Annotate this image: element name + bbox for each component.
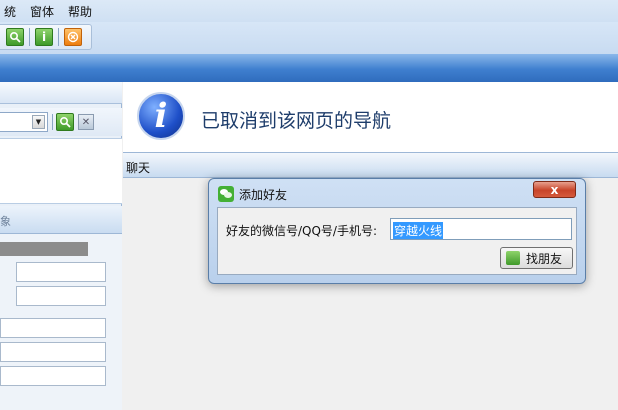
form-field[interactable] [0, 366, 106, 386]
friend-id-value: 穿越火线 [393, 222, 444, 239]
left-search-bar: ▼ ✕ [0, 108, 122, 136]
left-panel-header [0, 82, 122, 104]
title-band [0, 54, 618, 82]
form-field[interactable] [0, 318, 106, 338]
dialog-title: 添加好友 [239, 188, 288, 202]
chat-label: 聊天 [126, 161, 151, 175]
toolbar-separator [29, 28, 30, 46]
menu-item-window[interactable]: 窗体 [30, 3, 54, 20]
menu-item-system[interactable]: 统 [4, 3, 16, 20]
navigation-error-banner: i 已取消到该网页的导航 [123, 82, 618, 152]
form-header-bar [0, 242, 88, 256]
left-tab-label[interactable]: 象 [0, 213, 11, 229]
find-friend-icon [506, 251, 520, 265]
navigation-message: 已取消到该网页的导航 [201, 110, 392, 132]
close-button[interactable]: x [533, 181, 576, 198]
search-combo[interactable]: ▼ [0, 112, 48, 132]
form-field[interactable] [16, 286, 106, 306]
menu-bar: 统 窗体 帮助 [0, 0, 618, 22]
form-field[interactable] [16, 262, 106, 282]
form-field[interactable] [0, 342, 106, 362]
find-friend-button[interactable]: 找朋友 [500, 247, 573, 269]
info-icon: i [137, 92, 185, 140]
contact-list [0, 138, 122, 204]
left-panel: ▼ ✕ 象 [0, 82, 122, 410]
property-form [0, 234, 122, 410]
friend-id-input[interactable]: 穿越火线 [390, 218, 572, 240]
chat-header: 聊天 [123, 152, 618, 178]
friend-id-label: 好友的微信号/QQ号/手机号: [226, 224, 378, 238]
toolbar: i [0, 22, 618, 54]
menu-item-help[interactable]: 帮助 [68, 3, 92, 20]
close-icon[interactable] [64, 28, 82, 46]
info-icon[interactable]: i [35, 28, 53, 46]
toolbar-separator [52, 114, 53, 130]
clear-icon[interactable]: ✕ [78, 114, 94, 130]
search-icon[interactable] [6, 28, 24, 46]
add-friend-dialog: 添加好友 x 好友的微信号/QQ号/手机号: 穿越火线 找朋友 [208, 178, 586, 284]
toolbar-button-group: i [0, 24, 92, 50]
search-icon[interactable] [56, 113, 74, 131]
dialog-body: 好友的微信号/QQ号/手机号: 穿越火线 找朋友 [217, 207, 577, 275]
wechat-icon [218, 186, 234, 202]
find-friend-label: 找朋友 [526, 251, 563, 266]
chevron-down-icon[interactable]: ▼ [32, 115, 45, 129]
toolbar-separator [58, 28, 59, 46]
left-tab-header: 象 [0, 206, 122, 234]
